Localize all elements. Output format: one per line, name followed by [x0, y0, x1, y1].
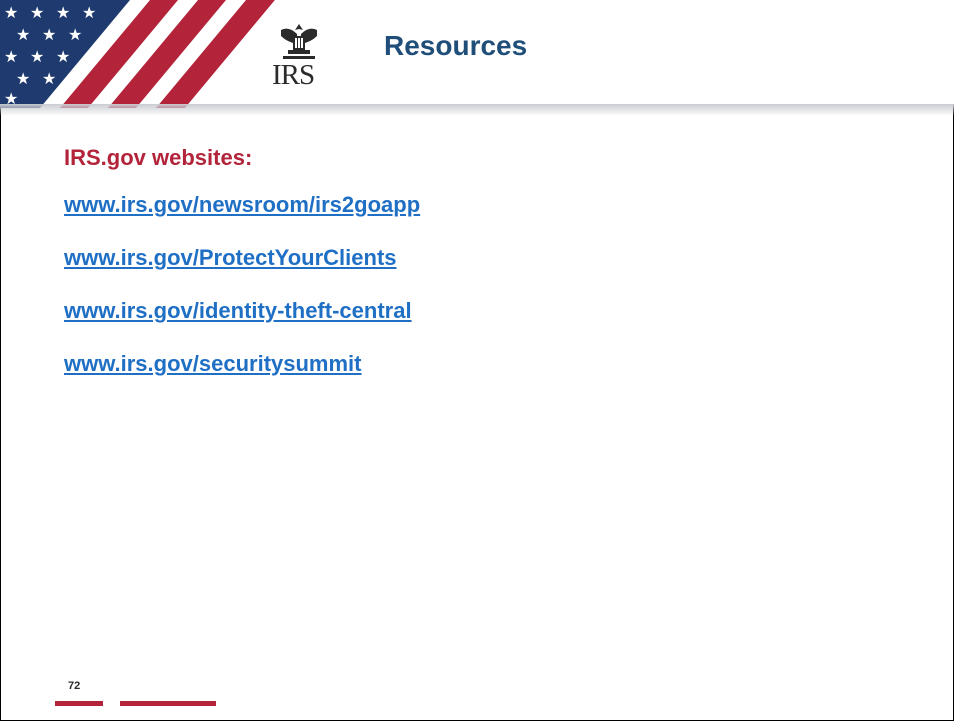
- footer-accent-bar-right: [120, 701, 216, 706]
- link-irs2goapp[interactable]: www.irs.gov/newsroom/irs2goapp: [64, 192, 420, 218]
- website-links-list: www.irs.gov/newsroom/irs2goapp www.irs.g…: [64, 192, 420, 404]
- svg-text:★: ★: [56, 47, 70, 66]
- svg-text:★: ★: [4, 47, 18, 66]
- svg-text:★: ★: [4, 3, 18, 22]
- svg-text:★: ★: [30, 3, 44, 22]
- link-security-summit[interactable]: www.irs.gov/securitysummit: [64, 351, 420, 377]
- svg-text:★: ★: [16, 69, 30, 88]
- page-number: 72: [68, 680, 81, 692]
- us-flag-icon: ★ ★ ★ ★ ★ ★ ★ ★ ★ ★ ★ ★ ★: [0, 0, 275, 108]
- slide-title: Resources: [384, 30, 528, 61]
- svg-text:★: ★: [56, 3, 70, 22]
- footer-accent-bar-left: [55, 701, 103, 706]
- link-identity-theft-central[interactable]: www.irs.gov/identity-theft-central: [64, 298, 420, 324]
- link-protect-your-clients[interactable]: www.irs.gov/ProtectYourClients: [64, 245, 420, 271]
- irs-logo-text: IRS: [272, 59, 315, 91]
- irs-seal-icon: [281, 24, 317, 59]
- slide-header: ★ ★ ★ ★ ★ ★ ★ ★ ★ ★ ★ ★ ★ IRS Resources: [0, 0, 954, 108]
- svg-text:★: ★: [68, 25, 82, 44]
- header-shadow: [0, 104, 954, 116]
- websites-subheading: IRS.gov websites:: [64, 145, 253, 170]
- svg-text:★: ★: [42, 69, 56, 88]
- svg-text:★: ★: [30, 47, 44, 66]
- svg-text:★: ★: [82, 3, 96, 22]
- svg-text:★: ★: [42, 25, 56, 44]
- svg-text:★: ★: [16, 25, 30, 44]
